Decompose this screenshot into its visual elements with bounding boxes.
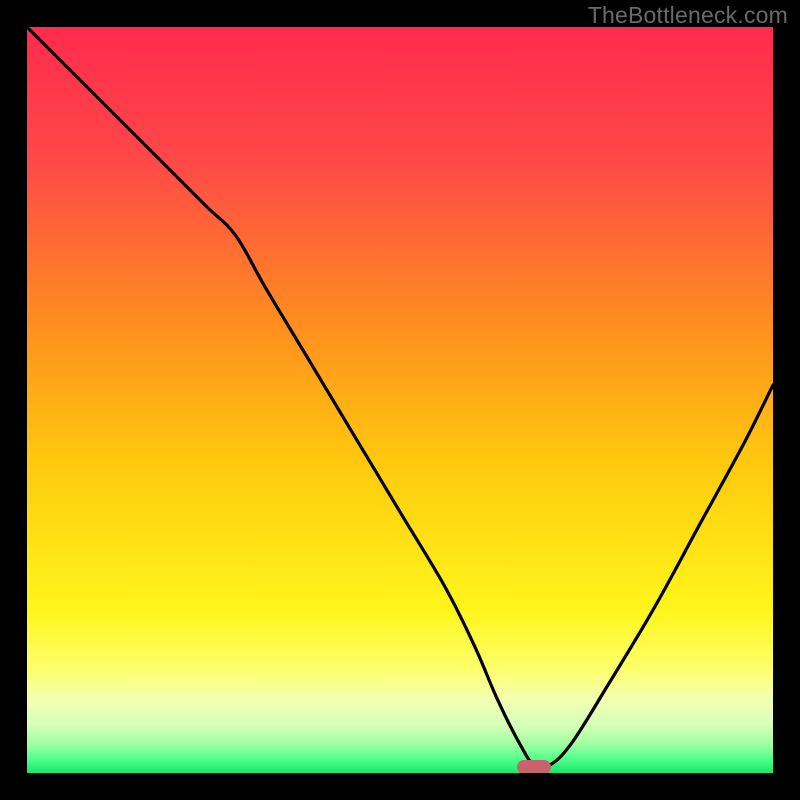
branding-watermark: TheBottleneck.com	[588, 2, 788, 29]
optimum-marker	[517, 760, 551, 773]
bottleneck-curve	[27, 27, 773, 773]
chart-frame: TheBottleneck.com	[0, 0, 800, 800]
plot-area	[27, 27, 773, 773]
